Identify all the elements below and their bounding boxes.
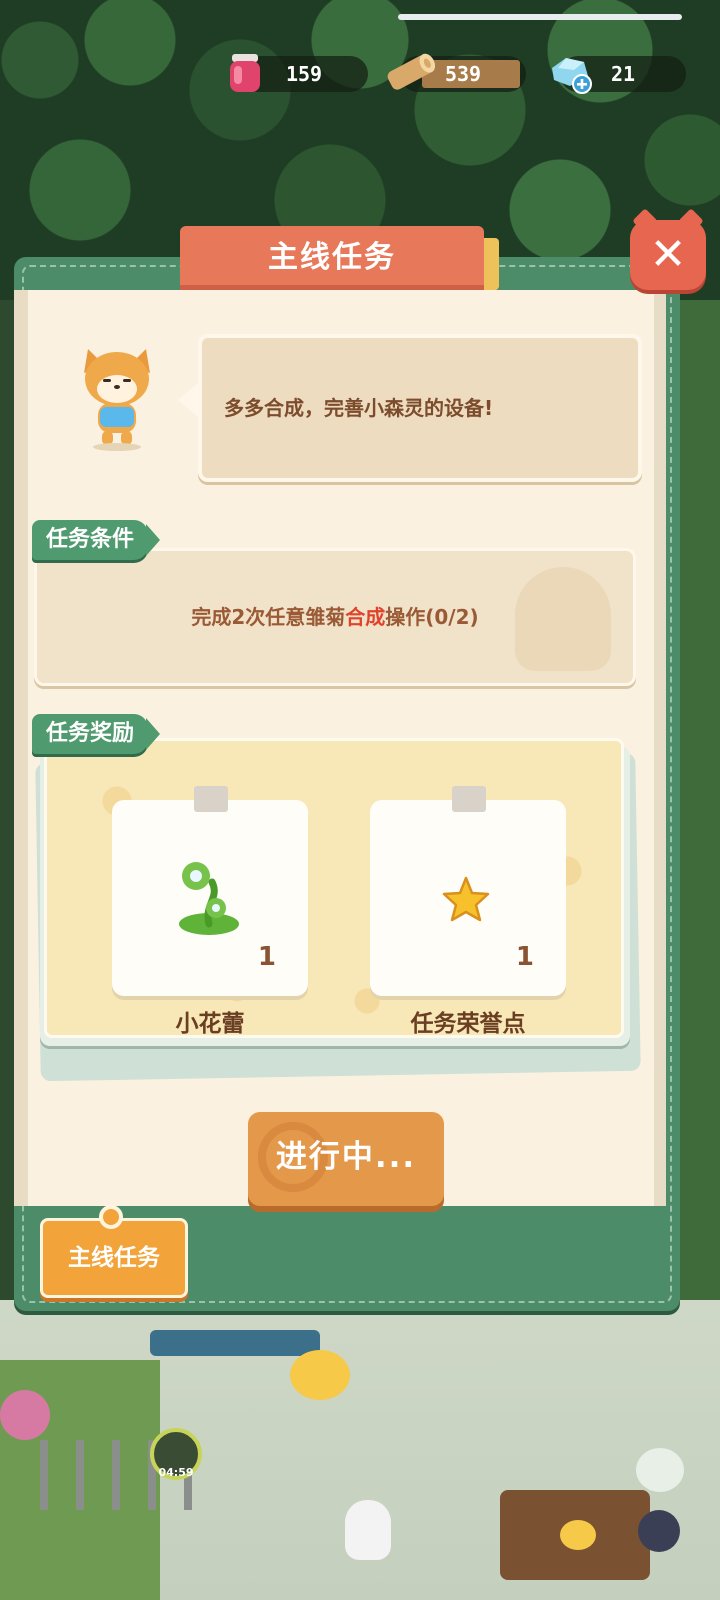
- condition-text-suffix: 操作(0/2): [385, 605, 479, 629]
- reward-name-1: 小花蕾: [175, 1011, 245, 1037]
- condition-box: 完成2次任意雏菊合成操作(0/2): [34, 548, 636, 686]
- flower-bud-icon: [179, 862, 239, 935]
- condition-text-prefix: 完成2次任意雏菊: [191, 605, 346, 629]
- cat-character: [345, 1500, 391, 1560]
- shiba-dog-icon: [84, 349, 150, 451]
- speech-text: 多多合成，完善小森灵的设备!: [224, 396, 494, 420]
- wood-counter[interactable]: 539: [400, 56, 526, 92]
- in-progress-button[interactable]: 进行中...: [248, 1112, 444, 1206]
- tab-main-quest-label: 主线任务: [68, 1245, 160, 1271]
- reward-count-1: 1: [257, 942, 276, 972]
- chick-character: [290, 1350, 350, 1400]
- page-edge: [654, 290, 666, 1206]
- condition-text-highlight: 合成: [345, 605, 386, 629]
- duck-character: [560, 1520, 596, 1550]
- reward-card-flower-bud[interactable]: 1: [112, 786, 308, 996]
- close-icon: ✕: [649, 229, 687, 280]
- wood-value: 539: [444, 62, 482, 86]
- close-button[interactable]: ✕: [630, 220, 706, 290]
- status-strip: [398, 14, 682, 20]
- jam-jar-icon: [230, 54, 260, 92]
- star-icon: [442, 876, 490, 922]
- hammer-timer-badge[interactable]: 04:59: [150, 1428, 202, 1480]
- reward-label: 任务奖励: [32, 714, 161, 754]
- hammer-timer-text: 04:59: [158, 1466, 194, 1479]
- reward-name-2: 任务荣誉点: [410, 1011, 526, 1037]
- reward-count-2: 1: [515, 942, 534, 972]
- book-bubble-icon[interactable]: [636, 1448, 684, 1492]
- village-ground: [0, 1300, 720, 1600]
- condition-text: 完成2次任意雏菊合成操作(0/2): [37, 551, 633, 683]
- in-progress-label: 进行中...: [275, 1139, 417, 1175]
- rose-bush: [0, 1390, 50, 1440]
- condition-label: 任务条件: [32, 520, 161, 560]
- tab-main-quest[interactable]: 主线任务: [40, 1205, 188, 1298]
- page-binding: [14, 290, 28, 1206]
- panel-title: 主线任务: [268, 240, 396, 275]
- card-clip: [452, 786, 486, 812]
- card-clip: [194, 786, 228, 812]
- gem-add-icon[interactable]: [546, 54, 594, 94]
- speech-bubble: 多多合成，完善小森灵的设备!: [198, 334, 642, 482]
- bag-bubble-icon[interactable]: [638, 1510, 680, 1552]
- bench: [150, 1330, 320, 1356]
- panel-title-tab: 主线任务: [180, 226, 484, 290]
- reward-card-honor-points[interactable]: 1: [370, 786, 566, 996]
